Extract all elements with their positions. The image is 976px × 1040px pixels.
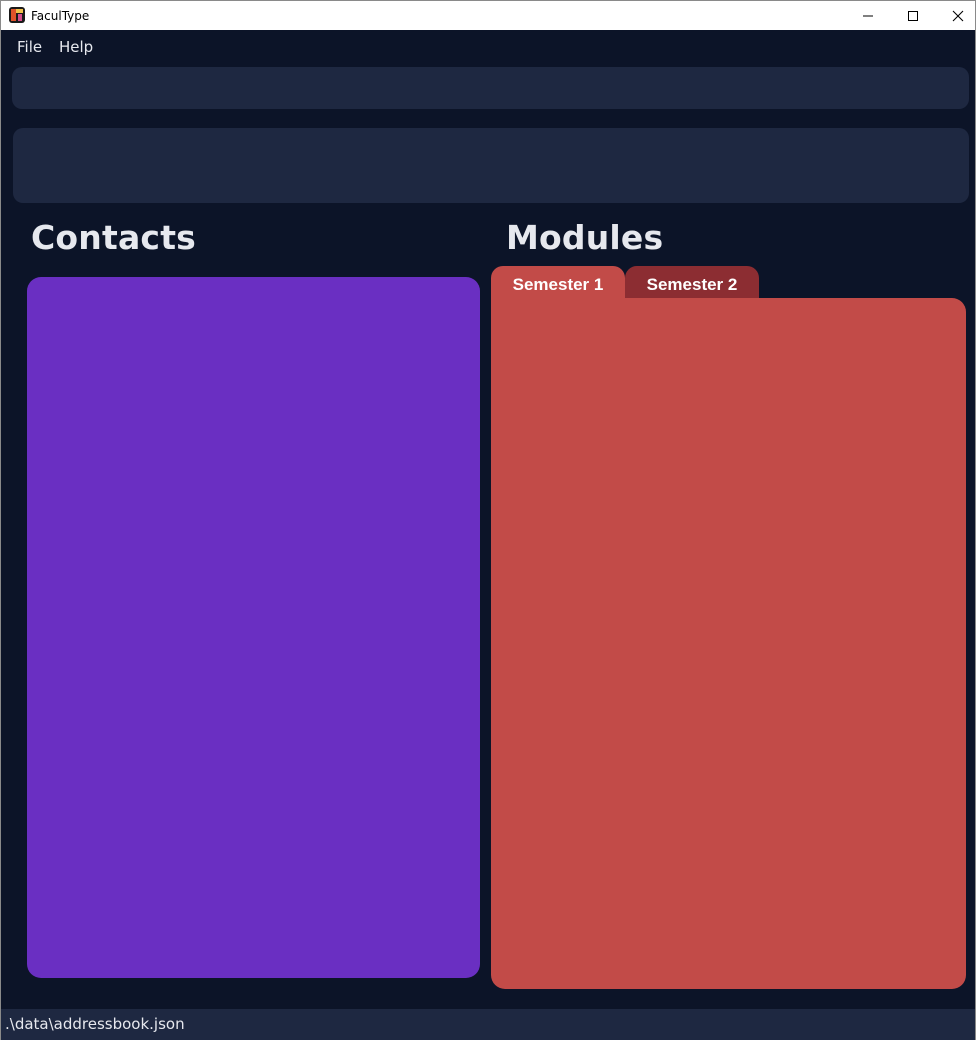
minimize-button[interactable] (845, 1, 891, 31)
modules-list-panel[interactable] (491, 298, 966, 989)
maximize-button[interactable] (890, 1, 936, 31)
window-titlebar[interactable]: FaculType (0, 0, 976, 30)
contacts-heading: Contacts (31, 218, 197, 257)
menu-help[interactable]: Help (59, 38, 93, 56)
tab-semester-2[interactable]: Semester 2 (625, 266, 759, 300)
maximize-icon (908, 11, 918, 21)
contacts-list-panel[interactable] (27, 277, 480, 978)
result-display (13, 128, 969, 203)
tab-semester-1[interactable]: Semester 1 (491, 266, 625, 300)
window-title: FaculType (31, 9, 90, 23)
close-button[interactable] (935, 1, 976, 31)
save-location-text: .\data\addressbook.json (5, 1015, 185, 1033)
status-bar: .\data\addressbook.json (0, 1009, 976, 1040)
command-input[interactable] (12, 67, 969, 109)
close-icon (952, 10, 964, 22)
app-icon (9, 7, 25, 23)
menu-file[interactable]: File (17, 38, 42, 56)
window-border-left (0, 30, 1, 1040)
menu-bar: File Help (0, 30, 976, 62)
modules-heading: Modules (506, 218, 664, 257)
minimize-icon (863, 15, 873, 17)
